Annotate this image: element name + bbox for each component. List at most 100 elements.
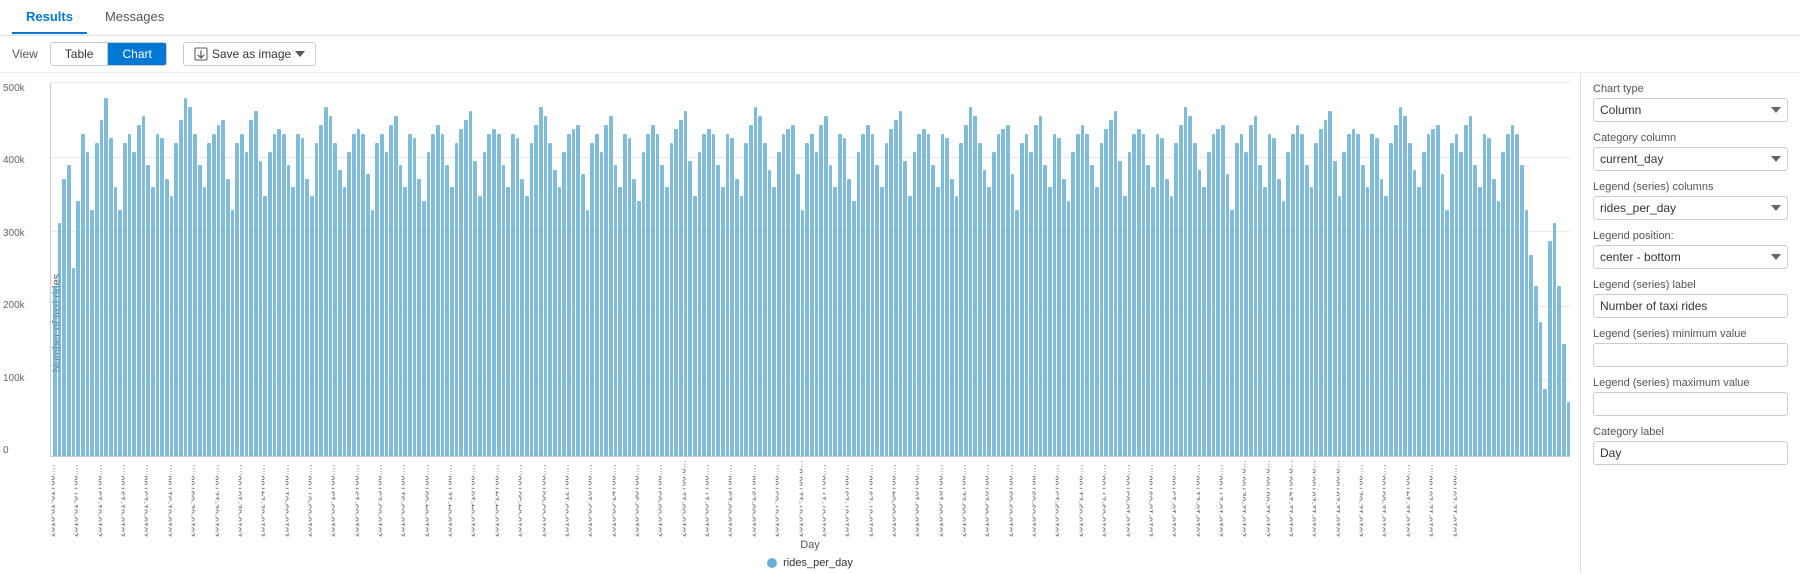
x-axis-tick-label xyxy=(323,459,328,537)
x-axis-tick-label xyxy=(1566,459,1570,537)
bar xyxy=(277,129,281,456)
x-axis-tick-label xyxy=(608,459,613,537)
x-axis-tick-label xyxy=(1505,459,1510,537)
bar xyxy=(1207,152,1211,456)
bar xyxy=(1567,402,1570,456)
bar xyxy=(81,134,85,456)
x-axis-tick-label xyxy=(1547,459,1552,537)
legend-series-min-input[interactable] xyxy=(1593,343,1788,367)
bar xyxy=(801,210,805,456)
bar xyxy=(1226,174,1230,456)
bar xyxy=(978,143,982,456)
bar xyxy=(786,129,790,456)
bar xyxy=(123,143,127,456)
x-axis-tick-label xyxy=(1276,459,1281,537)
bar xyxy=(329,116,333,456)
bar xyxy=(1384,196,1388,456)
bar xyxy=(380,134,384,456)
bar xyxy=(478,196,482,456)
x-axis-tick-label xyxy=(1463,459,1468,537)
x-axis-tick-label xyxy=(851,459,856,537)
bar xyxy=(1417,187,1421,456)
bar xyxy=(165,179,169,457)
category-label-input[interactable] xyxy=(1593,441,1788,465)
x-axis-tick-label xyxy=(580,459,585,537)
bar xyxy=(184,98,188,456)
tab-messages[interactable]: Messages xyxy=(91,1,178,34)
bars-container xyxy=(51,83,1570,456)
bar xyxy=(684,111,688,456)
x-axis-tick-label xyxy=(197,459,202,537)
x-axis-tick-label xyxy=(935,459,940,537)
bar xyxy=(1389,143,1393,456)
bar xyxy=(1375,138,1379,456)
bar xyxy=(1366,187,1370,456)
bar xyxy=(782,134,786,456)
legend-position-select[interactable]: center - bottom top right left none xyxy=(1593,245,1788,269)
bar xyxy=(660,165,664,456)
bar xyxy=(90,210,94,456)
bar xyxy=(1090,165,1094,456)
chart-toggle-button[interactable]: Chart xyxy=(108,43,165,65)
bar xyxy=(118,210,122,456)
bar xyxy=(1193,143,1197,456)
bar xyxy=(497,134,501,456)
bar xyxy=(674,129,678,456)
x-axis-tick-label xyxy=(281,459,286,537)
bar xyxy=(492,129,496,456)
bar xyxy=(637,201,641,456)
bar xyxy=(1520,165,1524,456)
bar xyxy=(72,268,76,456)
chart-type-select[interactable]: Column Bar Line Area xyxy=(1593,98,1788,122)
x-axis-tick-label xyxy=(1421,459,1426,537)
tab-results[interactable]: Results xyxy=(12,1,87,34)
bar xyxy=(240,134,244,456)
bar xyxy=(1347,134,1351,456)
chevron-down-icon xyxy=(295,51,305,57)
bar xyxy=(114,187,118,456)
right-panel: Chart type Column Bar Line Area Category… xyxy=(1580,73,1800,573)
bar xyxy=(174,143,178,456)
bar xyxy=(511,134,515,456)
x-axis-tick-label xyxy=(594,459,599,537)
bar xyxy=(838,134,842,456)
x-axis-tick-label xyxy=(1393,459,1398,537)
x-axis-tick-label xyxy=(1136,459,1141,537)
legend-series-label-input[interactable] xyxy=(1593,294,1788,318)
bar xyxy=(1100,143,1104,456)
bar xyxy=(62,179,66,457)
bar xyxy=(1128,152,1132,456)
bar xyxy=(1244,152,1248,456)
bar xyxy=(506,187,510,456)
bar xyxy=(473,161,477,456)
bar xyxy=(871,134,875,456)
bar xyxy=(502,165,506,456)
table-toggle-button[interactable]: Table xyxy=(51,43,109,65)
x-axis-tick-label: 2016-05-12T00:00... xyxy=(566,459,571,537)
bar xyxy=(146,165,150,456)
legend-series-max-input[interactable] xyxy=(1593,392,1788,416)
legend-series-columns-select[interactable]: rides_per_day xyxy=(1593,196,1788,220)
bar xyxy=(520,179,524,457)
save-as-image-button[interactable]: Save as image xyxy=(183,42,316,66)
bar xyxy=(333,143,337,456)
category-column-select[interactable]: current_day xyxy=(1593,147,1788,171)
view-toggle-group: Table Chart xyxy=(50,42,167,66)
bar xyxy=(1015,210,1019,456)
bar xyxy=(179,120,183,456)
bar xyxy=(58,223,62,456)
bar xyxy=(357,129,361,456)
bar xyxy=(1268,134,1272,456)
bar xyxy=(1492,179,1496,457)
bar xyxy=(763,143,767,456)
bar xyxy=(1235,143,1239,456)
bar xyxy=(343,187,347,456)
x-axis-tick-label xyxy=(1248,459,1253,537)
bar xyxy=(371,210,375,456)
bar xyxy=(464,120,468,456)
bar xyxy=(955,196,959,456)
bar xyxy=(847,179,851,457)
bar xyxy=(1324,120,1328,456)
bar xyxy=(623,134,627,456)
x-axis-tick-label xyxy=(552,459,557,537)
